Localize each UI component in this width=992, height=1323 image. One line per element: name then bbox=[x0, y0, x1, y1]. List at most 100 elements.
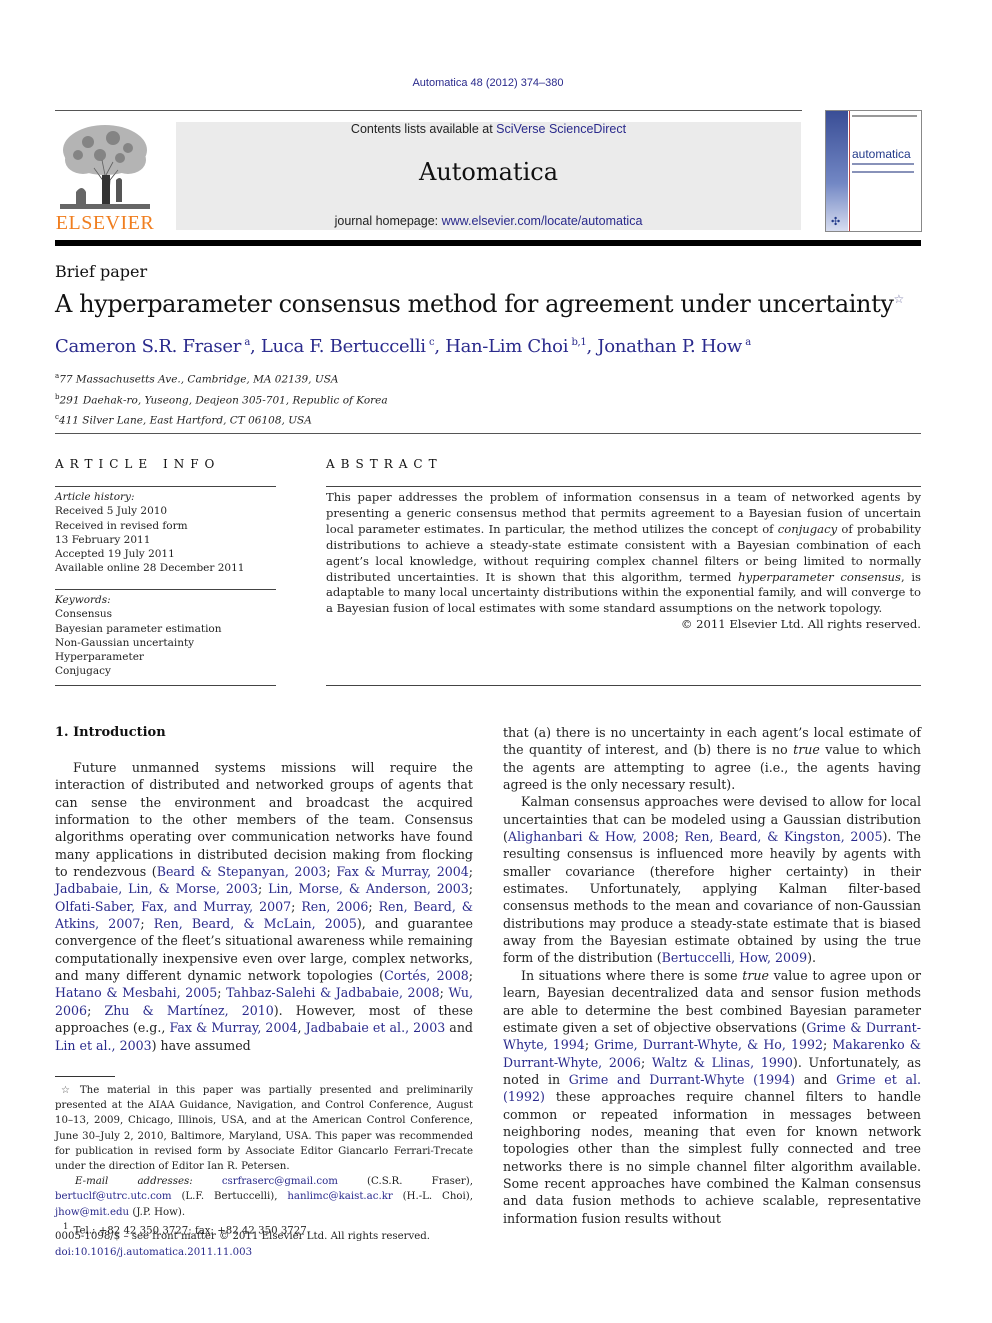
citation-link[interactable]: Grime et al. bbox=[836, 1072, 921, 1087]
email-link[interactable]: hanlimc@kaist.ac.kr bbox=[287, 1191, 392, 1202]
star-footnote-icon: ☆ bbox=[61, 1085, 75, 1096]
author-link[interactable]: Luca F. Bertuccelli bbox=[261, 336, 426, 357]
history-item: Available online 28 December 2011 bbox=[55, 562, 245, 575]
abstract-text: This paper addresses the problem of info… bbox=[326, 490, 921, 616]
footnotes: ☆ The material in this paper was partial… bbox=[55, 1083, 473, 1238]
affiliation-divider bbox=[55, 433, 921, 434]
author-link[interactable]: Cameron S.R. Fraser bbox=[55, 336, 241, 357]
history-item: Accepted 19 July 2011 bbox=[55, 548, 175, 561]
citation-link[interactable]: Zhu & Martínez, 2010 bbox=[104, 1003, 273, 1018]
paper-title: A hyperparameter consensus method for ag… bbox=[55, 290, 904, 318]
keywords-label: Keywords: bbox=[55, 594, 111, 606]
citation-link[interactable]: Waltz & Llinas, 1990 bbox=[652, 1055, 793, 1070]
keyword-item: Hyperparameter bbox=[55, 651, 144, 664]
keywords: Keywords: Consensus Bayesian parameter e… bbox=[55, 593, 222, 679]
author-affiliation-mark[interactable]: a bbox=[244, 337, 250, 348]
paragraph: In situations where there is some true v… bbox=[503, 967, 922, 1226]
divider bbox=[55, 685, 276, 686]
citation-link[interactable]: Fax & Murray, 2004 bbox=[169, 1020, 297, 1035]
elsevier-tree-icon bbox=[60, 125, 150, 209]
divider bbox=[326, 685, 921, 686]
author-link[interactable]: Han-Lim Choi bbox=[445, 336, 568, 357]
keyword-item: Bayesian parameter estimation bbox=[55, 622, 222, 635]
citation-link[interactable]: Jadbabaie, Lin, & Morse, 2003 bbox=[55, 881, 258, 896]
cover-title: automatica bbox=[852, 147, 911, 161]
citation-link[interactable]: (1994) bbox=[753, 1072, 795, 1087]
journal-title: Automatica bbox=[418, 158, 559, 186]
paragraph: Future unmanned systems missions will re… bbox=[55, 760, 474, 1053]
homepage-prefix: journal homepage: bbox=[334, 214, 442, 228]
affiliation-item: a77 Massachusetts Ave., Cambridge, MA 02… bbox=[55, 372, 339, 386]
author-affiliation-mark[interactable]: b,1 bbox=[571, 337, 586, 348]
keyword-item: Non-Gaussian uncertainty bbox=[55, 636, 195, 649]
body-column-left: Future unmanned systems missions will re… bbox=[55, 759, 473, 1054]
citation-link[interactable]: Alighanbari & How, 2008 bbox=[508, 829, 675, 844]
abstract-copyright: © 2011 Elsevier Ltd. All rights reserved… bbox=[680, 617, 921, 631]
journal-cover-thumbnail[interactable]: automatica ✣ bbox=[825, 110, 922, 232]
contents-line: Contents lists available at SciVerse Sci… bbox=[176, 122, 801, 136]
history-item: 13 February 2011 bbox=[55, 533, 151, 546]
citation-link[interactable]: Grime, Durrant-Whyte, & Ho, 1992 bbox=[594, 1037, 823, 1052]
cover-band bbox=[826, 111, 848, 231]
journal-reference-link[interactable]: Automatica 48 (2012) 374–380 bbox=[0, 77, 976, 89]
citation-link[interactable]: Fax & Murray, 2004 bbox=[336, 864, 468, 879]
cover-issue-line bbox=[852, 115, 917, 117]
affiliations: a77 Massachusetts Ave., Cambridge, MA 02… bbox=[55, 368, 388, 430]
cover-subtitle bbox=[852, 163, 914, 173]
cover-accent-line bbox=[849, 111, 850, 231]
divider bbox=[55, 589, 276, 590]
footnote-divider bbox=[55, 1076, 115, 1077]
homepage-line: journal homepage: www.elsevier.com/locat… bbox=[176, 214, 801, 228]
paper-type: Brief paper bbox=[55, 262, 148, 281]
author-list: Cameron S.R. Fraser a, Luca F. Bertuccel… bbox=[55, 336, 751, 357]
elsevier-wordmark: ELSEVIER bbox=[55, 212, 155, 234]
abstract-heading: ABSTRACT bbox=[326, 457, 443, 471]
paragraph: Kalman consensus approaches were devised… bbox=[503, 794, 921, 966]
journal-masthead: Contents lists available at SciVerse Sci… bbox=[176, 122, 801, 230]
citation-link[interactable]: (1992) bbox=[503, 1089, 545, 1104]
author-link[interactable]: Jonathan P. How bbox=[597, 336, 742, 357]
issn-line: 0005-1098/$ – see front matter © 2011 El… bbox=[55, 1231, 431, 1242]
footnote-emails: E-mail addresses: csrfraserc@gmail.com (… bbox=[55, 1176, 473, 1218]
history-label: Article history: bbox=[55, 491, 135, 503]
paper-title-text: A hyperparameter consensus method for ag… bbox=[55, 290, 894, 318]
divider bbox=[55, 486, 276, 487]
body-column-right: that (a) there is no uncertainty in each… bbox=[503, 724, 921, 1227]
affiliation-item: b291 Daehak-ro, Yuseong, Deajeon 305-701… bbox=[55, 392, 388, 407]
header-thick-divider bbox=[55, 240, 921, 246]
journal-homepage-link[interactable]: www.elsevier.com/locate/automatica bbox=[442, 214, 643, 228]
front-matter: 0005-1098/$ – see front matter © 2011 El… bbox=[55, 1229, 430, 1260]
citation-link[interactable]: Ren, 2006 bbox=[301, 899, 368, 914]
citation-link[interactable]: Jadbabaie et al., 2003 bbox=[306, 1020, 446, 1035]
footnote-star: ☆ The material in this paper was partial… bbox=[55, 1085, 473, 1173]
title-footnote-star-icon[interactable]: ☆ bbox=[894, 292, 905, 306]
sciencedirect-link[interactable]: SciVerse ScienceDirect bbox=[496, 122, 626, 136]
email-link[interactable]: bertuclf@utrc.utc.com bbox=[55, 1191, 172, 1202]
author-affiliation-mark[interactable]: a bbox=[745, 337, 751, 348]
citation-link[interactable]: Ren, Beard, & McLain, 2005 bbox=[154, 916, 357, 931]
citation-link[interactable]: Lin, Morse, & Anderson, 2003 bbox=[268, 881, 469, 896]
citation-link[interactable]: Grime and Durrant-Whyte bbox=[569, 1072, 745, 1087]
email-link[interactable]: jhow@mit.edu bbox=[55, 1207, 129, 1218]
citation-link[interactable]: Beard & Stepanyan, 2003 bbox=[157, 864, 327, 879]
article-history: Article history: Received 5 July 2010 Re… bbox=[55, 490, 244, 576]
citation-link[interactable]: Ren, Beard, & Kingston, 2005 bbox=[684, 829, 882, 844]
citation-link[interactable]: Tahbaz-Salehi & Jadbabaie, 2008 bbox=[226, 985, 440, 1000]
section-heading-introduction: 1. Introduction bbox=[55, 725, 166, 740]
divider bbox=[326, 486, 921, 487]
history-item: Received in revised form bbox=[55, 519, 188, 532]
email-link[interactable]: csrfraserc@gmail.com bbox=[222, 1176, 338, 1187]
citation-link[interactable]: Olfati-Saber, Fax, and Murray, 2007 bbox=[55, 899, 291, 914]
affiliation-item: c411 Silver Lane, East Hartford, CT 0610… bbox=[55, 413, 312, 427]
article-info-heading: ARTICLE INFO bbox=[55, 457, 221, 471]
doi-link[interactable]: doi:10.1016/j.automatica.2011.11.003 bbox=[55, 1247, 252, 1258]
citation-link[interactable]: Lin et al., 2003 bbox=[55, 1038, 152, 1053]
citation-link[interactable]: Bertuccelli, How, 2009 bbox=[662, 950, 807, 965]
citation-link[interactable]: Cortés, 2008 bbox=[384, 968, 469, 983]
keyword-item: Consensus bbox=[55, 608, 113, 621]
keyword-item: Conjugacy bbox=[55, 665, 111, 678]
paragraph: that (a) there is no uncertainty in each… bbox=[503, 725, 921, 793]
elsevier-logo: ELSEVIER bbox=[55, 120, 155, 234]
citation-link[interactable]: Hatano & Mesbahi, 2005 bbox=[55, 985, 217, 1000]
author-affiliation-mark[interactable]: c bbox=[429, 337, 435, 348]
